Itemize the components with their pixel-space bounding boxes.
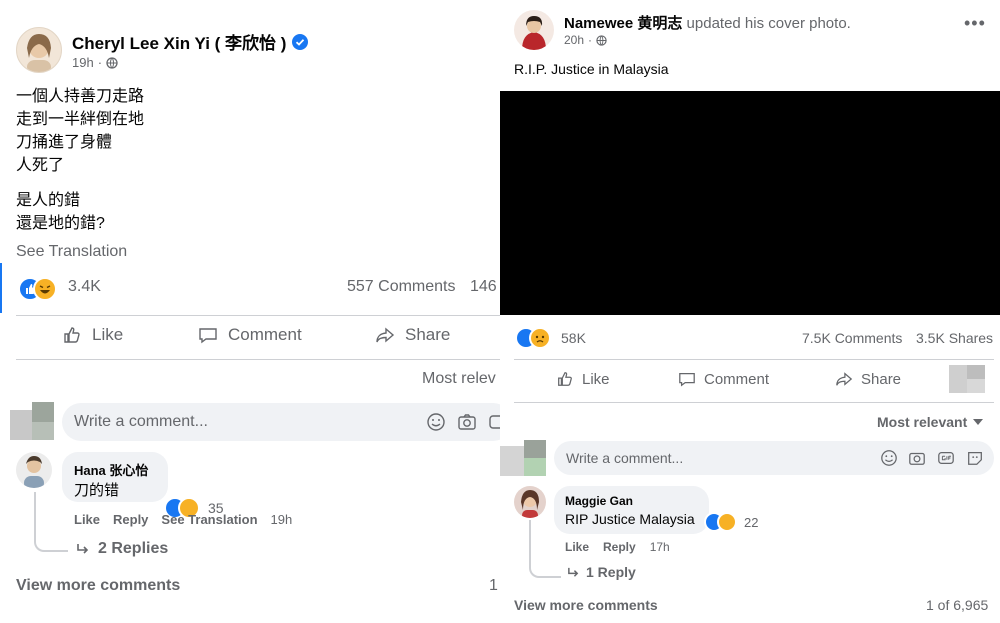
comment-text: RIP Justice Malaysia [565, 511, 695, 527]
gif-icon[interactable] [488, 412, 500, 432]
comment-input[interactable]: Write a comment... [554, 441, 994, 475]
comment-author[interactable]: Hana 张心怡 [74, 460, 148, 479]
post-time[interactable]: 19h [72, 55, 94, 70]
reply-arrow-icon [77, 544, 89, 554]
author-name[interactable]: Cheryl Lee Xin Yi ( 李欣怡 ) [72, 29, 309, 54]
view-more-comments-link[interactable]: View more comments [514, 597, 658, 613]
emoji-icon[interactable] [880, 449, 898, 467]
comment-button[interactable]: Comment [198, 325, 302, 345]
sort-comments-dropdown[interactable]: Most relevant [877, 414, 984, 430]
post-line: 走到一半絆倒在地 [16, 111, 145, 128]
current-user-avatar [10, 402, 54, 440]
author-name[interactable]: Namewee 黄明志 [564, 15, 682, 32]
author-avatar[interactable] [16, 27, 62, 73]
gif-icon[interactable] [937, 449, 955, 467]
current-user-avatar [500, 440, 546, 476]
thread-line [34, 492, 68, 552]
shares-count[interactable]: 146 [470, 278, 497, 296]
camera-icon[interactable] [457, 412, 477, 432]
sad-reaction-icon [717, 512, 737, 532]
divider [16, 359, 500, 360]
comment-time[interactable]: 19h [271, 512, 293, 527]
cover-photo[interactable] [500, 91, 1000, 315]
comments-page-counter: 1 [489, 577, 498, 594]
reply-arrow-icon [568, 567, 579, 577]
right-post: Namewee 黄明志 updated his cover photo. 20h… [500, 0, 1000, 623]
share-button[interactable]: Share [835, 370, 901, 388]
comment-reaction-count: 22 [744, 515, 759, 530]
commenter-avatar[interactable] [514, 486, 546, 518]
sad-reaction-icon [529, 327, 551, 349]
post-caption: R.I.P. Justice in Malaysia [514, 61, 669, 77]
comment-icon [679, 372, 695, 387]
post-time[interactable]: 20h [564, 33, 584, 47]
thumbs-up-icon [558, 372, 572, 386]
comments-count[interactable]: 557 Comments [347, 278, 456, 296]
comment-time[interactable]: 17h [650, 540, 670, 554]
left-post: Cheryl Lee Xin Yi ( 李欣怡 ) 19h · 一個人持善刀走路 … [0, 15, 500, 623]
comments-page-counter: 1 of 6,965 [926, 597, 989, 613]
view-replies-link[interactable]: 1 Reply [567, 564, 636, 580]
comment-bubble: Maggie Gan RIP Justice Malaysia [554, 486, 709, 534]
share-button[interactable]: Share [375, 325, 450, 345]
view-replies-link[interactable]: 2 Replies [76, 540, 168, 558]
comment-reactions[interactable]: 22 [704, 512, 768, 532]
post-action-text: updated his cover photo. [686, 15, 851, 32]
reactions-summary[interactable]: 58K [515, 327, 595, 349]
camera-icon[interactable] [908, 449, 926, 467]
post-header-title: Namewee 黄明志 updated his cover photo. [564, 12, 851, 33]
comment-author[interactable]: Maggie Gan [565, 494, 633, 508]
post-meta: 19h · [72, 55, 118, 70]
comment-actions: Like Reply 17h [565, 540, 670, 554]
pixelated-avatar [949, 365, 985, 393]
comment-input[interactable]: Write a comment... [62, 403, 500, 441]
sort-comments-dropdown[interactable]: Most relev [422, 370, 496, 388]
divider [16, 315, 500, 316]
divider [514, 402, 994, 403]
thumbs-up-icon [64, 327, 80, 343]
comment-like-link[interactable]: Like [74, 512, 100, 527]
left-accent-bar [0, 263, 2, 313]
like-button[interactable]: Like [62, 325, 123, 345]
post-line: 人死了 [16, 157, 65, 174]
post-meta: 20h · [564, 33, 607, 47]
emoji-icon[interactable] [426, 412, 446, 432]
post-text: 一個人持善刀走路 走到一半絆倒在地 刀捅進了身體 人死了 是人的錯 還是地的錯? [16, 85, 144, 235]
view-more-comments-link[interactable]: View more comments [16, 577, 180, 595]
globe-icon [596, 34, 607, 46]
post-line: 刀捅進了身體 [16, 134, 113, 151]
commenter-avatar[interactable] [16, 452, 52, 488]
comments-count[interactable]: 7.5K Comments [802, 330, 902, 346]
divider [514, 359, 994, 360]
share-icon [836, 372, 853, 386]
author-avatar[interactable] [514, 10, 554, 50]
comment-reply-link[interactable]: Reply [603, 540, 636, 554]
comment-translate-link[interactable]: See Translation [161, 512, 257, 527]
post-line: 一個人持善刀走路 [16, 88, 145, 105]
share-icon [376, 327, 395, 343]
post-line: 還是地的錯? [16, 215, 105, 232]
reactions-summary[interactable]: 3.4K [18, 276, 101, 301]
comment-reply-link[interactable]: Reply [113, 512, 148, 527]
more-options-icon[interactable]: ••• [964, 14, 986, 32]
comment-bubble: Hana 张心怡 刀的错 [62, 452, 168, 502]
sticker-icon[interactable] [966, 449, 984, 467]
like-button[interactable]: Like [556, 370, 610, 388]
reaction-count: 58K [561, 330, 586, 346]
verified-badge-icon [292, 33, 309, 50]
comment-icon [199, 328, 217, 344]
reaction-count: 3.4K [68, 278, 101, 295]
comment-button[interactable]: Comment [678, 370, 769, 388]
globe-icon [106, 56, 118, 69]
chevron-down-icon [973, 419, 984, 425]
haha-reaction-icon [33, 277, 57, 301]
shares-count[interactable]: 3.5K Shares [916, 330, 993, 346]
comment-text: 刀的错 [74, 482, 120, 499]
comment-like-link[interactable]: Like [565, 540, 589, 554]
thread-line [529, 520, 561, 578]
post-line: 是人的錯 [16, 192, 81, 209]
see-translation-link[interactable]: See Translation [16, 243, 127, 261]
comment-actions: Like Reply See Translation 19h [74, 512, 292, 527]
